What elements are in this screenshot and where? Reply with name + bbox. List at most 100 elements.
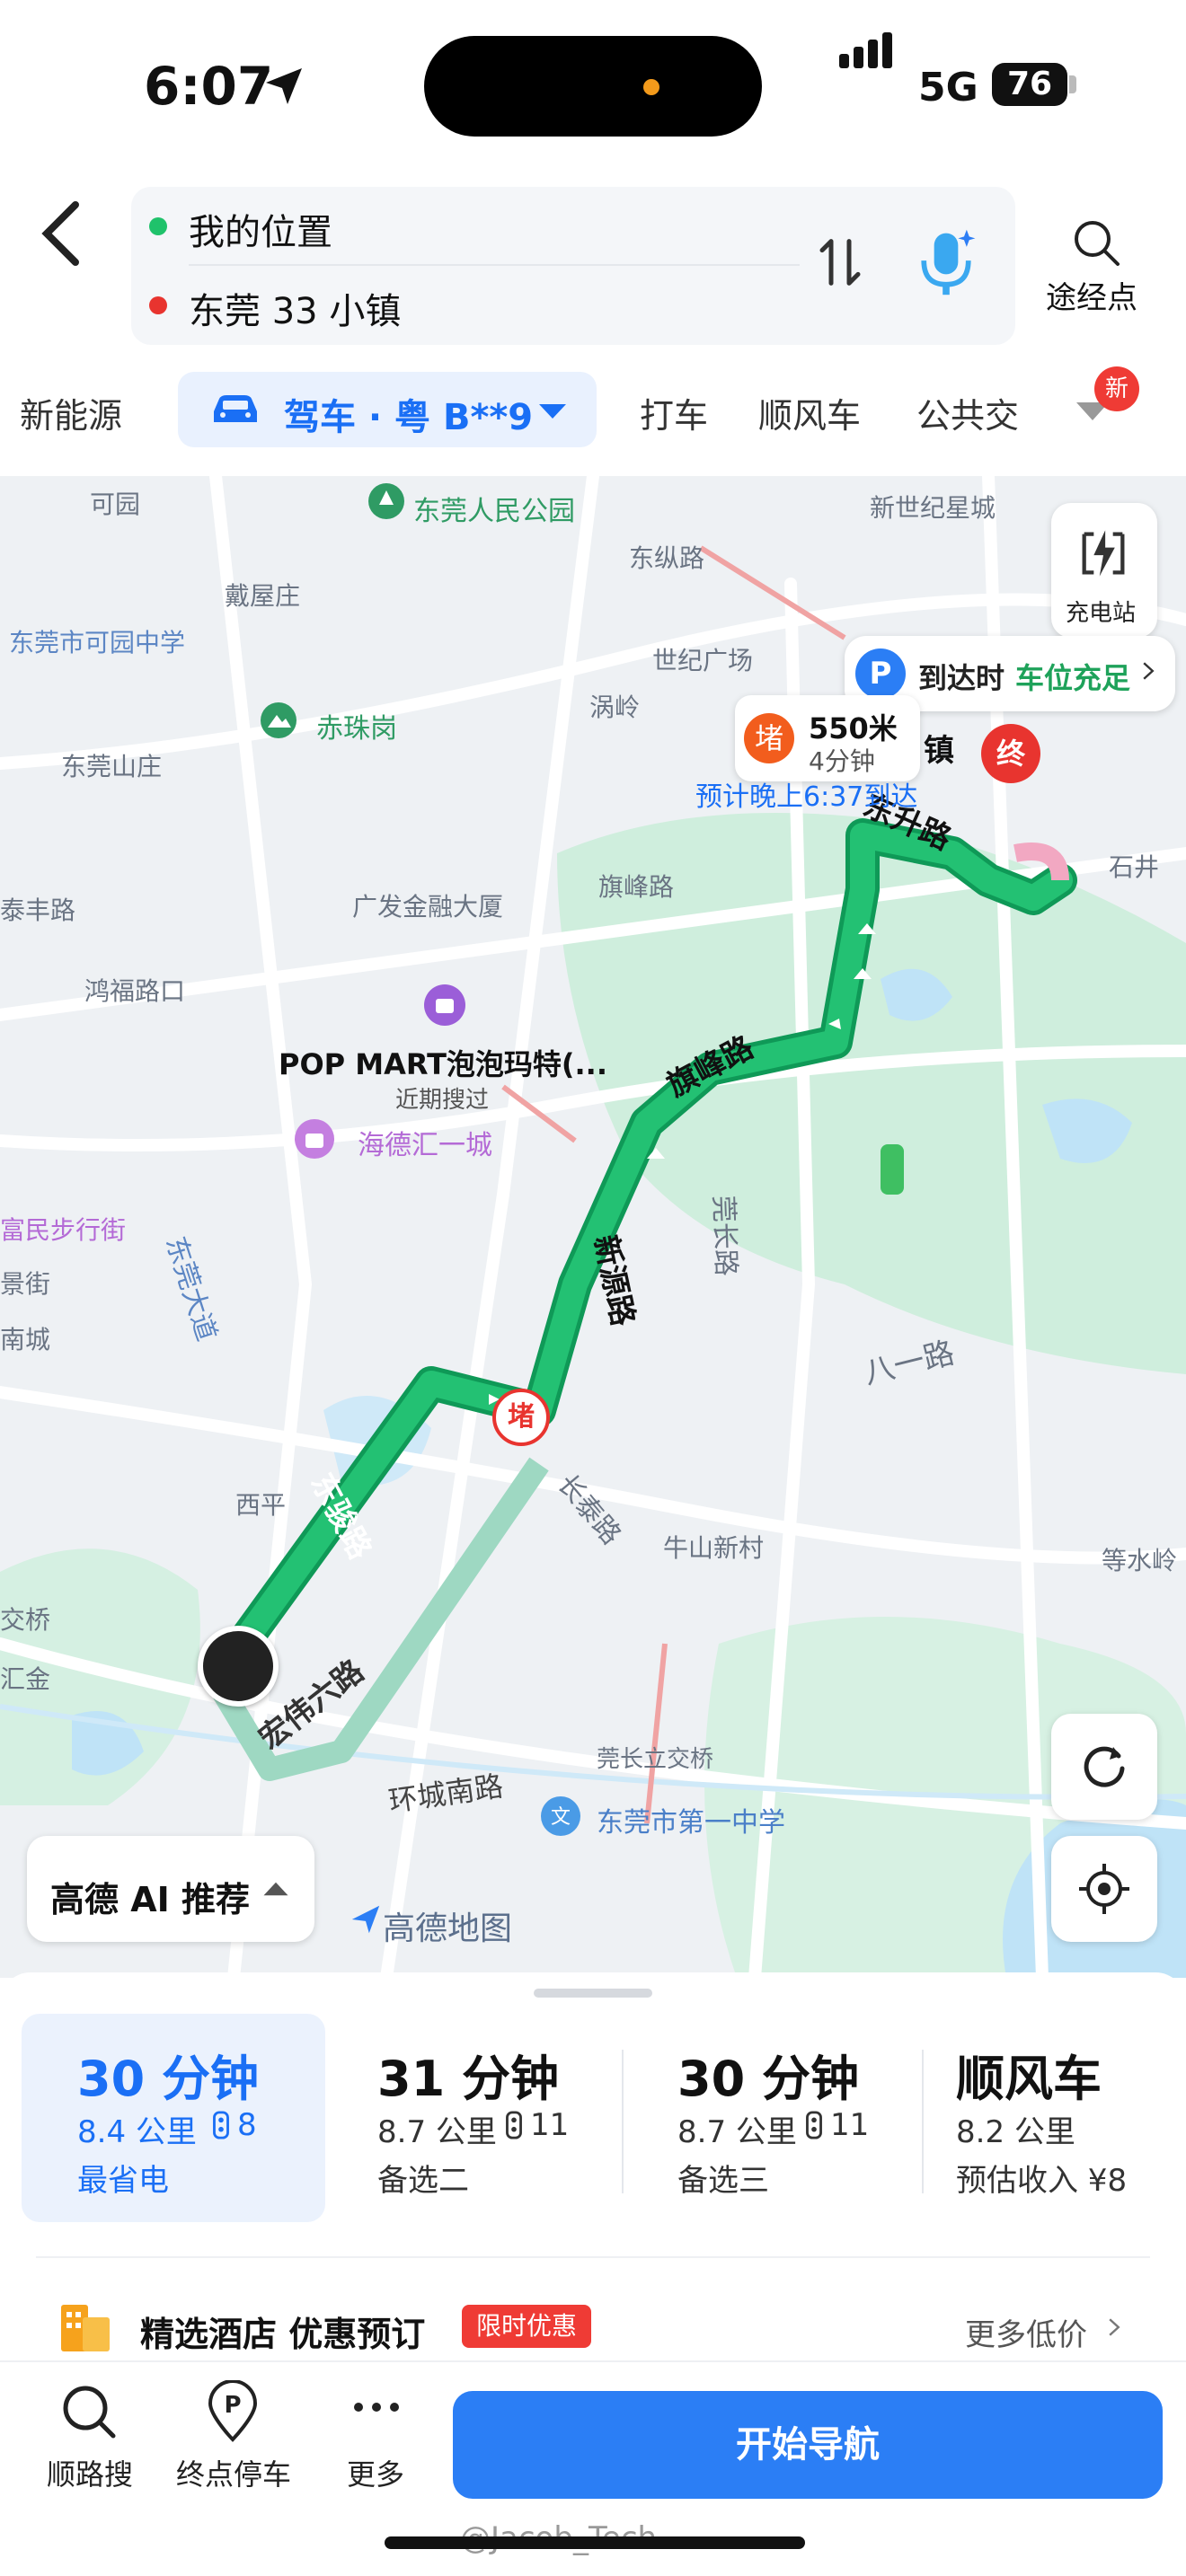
route-1-lights: 8 <box>237 2107 257 2143</box>
waypoint-search-icon[interactable] <box>1069 216 1123 269</box>
route-2-time[interactable]: 31 分钟 <box>377 2039 559 2110</box>
charging-icon <box>1082 530 1125 577</box>
start-navigation-button[interactable]: 开始导航 <box>453 2391 1163 2499</box>
tab-carpool[interactable]: 顺风车 <box>758 388 861 437</box>
hotel-icon <box>61 2305 110 2351</box>
refresh-icon <box>1084 1746 1125 1787</box>
route-1-time[interactable]: 30 分钟 <box>77 2039 259 2110</box>
home-indicator[interactable] <box>385 2536 805 2549</box>
charging-pile-marker <box>881 1144 904 1195</box>
jam-marker: 堵 <box>492 1389 550 1446</box>
map-label: 东莞市可园中学 <box>9 628 186 657</box>
tab-taxi[interactable]: 打车 <box>640 388 708 437</box>
divider <box>622 2050 624 2193</box>
map-label: 可园 <box>90 490 141 519</box>
park-icon <box>368 483 404 519</box>
parking-availability: 车位充足 <box>1015 661 1131 695</box>
tab-transit[interactable]: 公共交 <box>916 388 1039 437</box>
jam-duration: 4分钟 <box>809 746 875 776</box>
map-label: 富民步行街 <box>0 1215 127 1245</box>
carpool-option-title[interactable]: 顺风车 <box>956 2039 1102 2110</box>
map-label: 等水岭 <box>1102 1546 1178 1575</box>
search-along-route-icon[interactable] <box>58 2380 120 2443</box>
divider <box>922 2050 924 2193</box>
new-badge: 新 <box>1094 366 1139 411</box>
route-3-lights: 11 <box>830 2107 870 2143</box>
map-label: 交桥 <box>0 1605 51 1635</box>
voice-mic-icon[interactable] <box>915 226 978 298</box>
traffic-light-icon <box>506 2111 522 2139</box>
network-type: 5G <box>918 65 978 110</box>
map-label: 石井 <box>1109 852 1160 882</box>
swap-icon[interactable] <box>818 235 863 289</box>
map-label: 东莞人民公园 <box>413 496 575 527</box>
dropdown-triangle-icon[interactable] <box>539 404 566 422</box>
svg-text:P: P <box>224 2392 241 2419</box>
route-3-distance: 8.7 公里 <box>677 2114 797 2150</box>
waypoint-button-label[interactable]: 途经点 <box>1046 273 1137 317</box>
map-label: 海德汇一城 <box>358 1130 492 1161</box>
origin-field[interactable]: 我的位置 <box>189 203 332 255</box>
tab-drive-label[interactable]: 驾车 · 粤 B**9 <box>284 388 533 440</box>
caret-up-icon[interactable] <box>262 1881 289 1897</box>
divider <box>36 2256 1150 2258</box>
poi-popmart[interactable]: POP MART泡泡玛特(... <box>279 1042 607 1083</box>
map-label: 世纪广场 <box>652 646 754 675</box>
more-label[interactable]: 更多 <box>347 2452 404 2493</box>
map-label: 莞长立交桥 <box>597 1746 714 1773</box>
location-arrow-icon <box>266 68 302 104</box>
map-label: 广发金融大厦 <box>352 892 504 922</box>
jam-badge: 堵 <box>744 713 794 763</box>
route-1-distance: 8.4 公里 <box>77 2114 197 2150</box>
destination-parking-label[interactable]: 终点停车 <box>176 2452 291 2493</box>
refresh-route-button[interactable] <box>1051 1714 1157 1820</box>
search-along-route-label[interactable]: 顺路搜 <box>47 2452 133 2493</box>
route-2-tag: 备选二 <box>377 2163 469 2199</box>
map-label: 牛山新村 <box>663 1533 765 1563</box>
parking-icon: P <box>855 648 906 699</box>
carpool-distance: 8.2 公里 <box>956 2114 1075 2150</box>
tab-new-energy[interactable]: 新能源 <box>20 388 122 437</box>
traffic-light-icon <box>806 2111 822 2139</box>
brand-watermark: 高德地图 <box>383 1910 513 1947</box>
map-label: 南城 <box>0 1325 51 1354</box>
eta-text: 预计晚上6:37到达 <box>695 781 918 813</box>
dynamic-island <box>424 36 762 137</box>
amap-logo-icon <box>351 1905 380 1934</box>
origin-dot <box>149 217 167 235</box>
current-location-marker <box>198 1626 279 1707</box>
more-deals-link[interactable]: 更多低价 <box>965 2310 1087 2354</box>
chevron-right-icon[interactable] <box>1107 2316 1121 2339</box>
traffic-light-icon <box>213 2111 229 2139</box>
more-dots-icon[interactable] <box>345 2380 408 2443</box>
locate-me-button[interactable] <box>1051 1836 1157 1942</box>
limited-offer-badge: 限时优惠 <box>462 2305 591 2348</box>
route-3-time[interactable]: 30 分钟 <box>677 2039 859 2110</box>
back-arrow-icon[interactable] <box>32 198 90 269</box>
chevron-right-icon <box>1143 662 1155 680</box>
ai-recommend-label[interactable]: 高德 AI 推荐 <box>50 1872 250 1921</box>
map-label: 近期搜过 <box>395 1087 490 1114</box>
sheet-handle[interactable] <box>534 1989 652 1998</box>
battery-level: 76 <box>992 63 1067 106</box>
locate-icon <box>1079 1864 1129 1914</box>
divider <box>0 2360 1186 2362</box>
route-3-tag: 备选三 <box>677 2163 769 2199</box>
privacy-indicator-dot <box>643 79 659 95</box>
route-1-tag: 最省电 <box>77 2163 169 2199</box>
parking-info-text: 到达时 <box>918 661 1005 695</box>
destination-field[interactable]: 东莞 33 小镇 <box>189 282 401 334</box>
route-2-lights: 11 <box>530 2107 570 2143</box>
map-label: 镇 <box>924 733 954 769</box>
route-2-distance: 8.7 公里 <box>377 2114 497 2150</box>
charging-station-label[interactable]: 充电站 <box>1066 595 1136 628</box>
svg-text:文: 文 <box>551 1806 571 1829</box>
mall-icon <box>295 1119 334 1159</box>
map-label: 戴屋庄 <box>225 581 301 611</box>
destination-dot <box>149 296 167 314</box>
map-label: 莞长路 <box>707 1195 742 1277</box>
map-label: 鸿福路口 <box>84 976 186 1006</box>
parking-pin-icon[interactable]: P <box>201 2380 264 2443</box>
hotel-promo-title[interactable]: 精选酒店 优惠预订 <box>140 2307 425 2356</box>
map-label: 新世纪星城 <box>870 493 996 523</box>
